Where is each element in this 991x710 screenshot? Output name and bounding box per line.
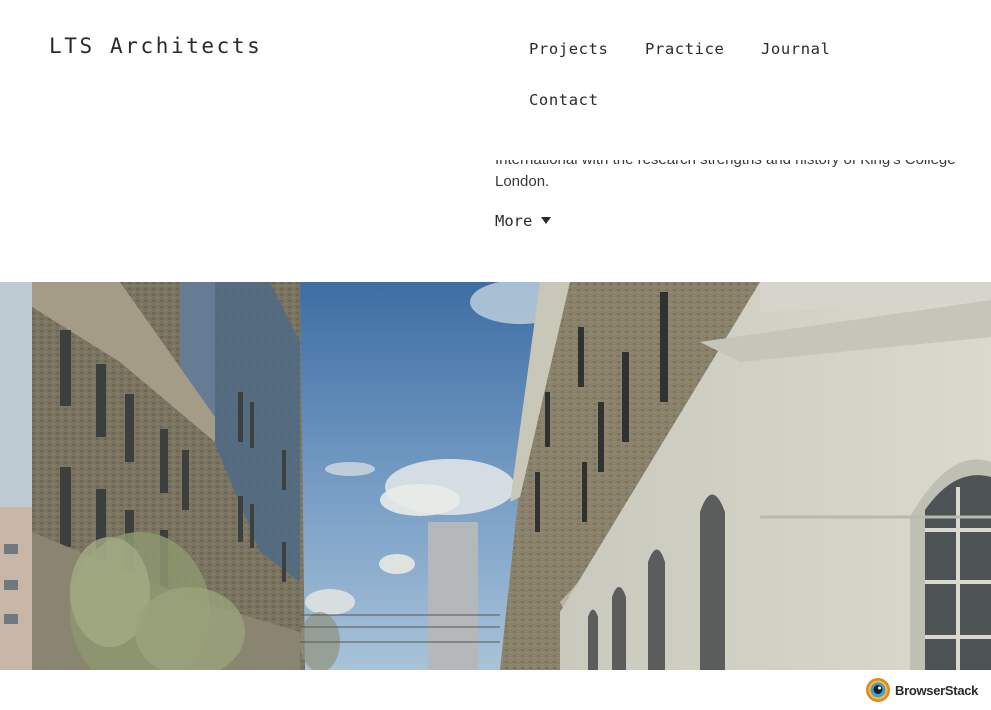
hero-rendering xyxy=(0,282,991,670)
nav-practice[interactable]: Practice xyxy=(645,40,724,58)
more-label: More xyxy=(495,212,533,230)
nav-projects[interactable]: Projects xyxy=(529,40,608,58)
site-logo[interactable]: LTS Architects xyxy=(49,34,262,58)
browserstack-logo-icon xyxy=(866,678,890,702)
browserstack-badge[interactable]: BrowserStack xyxy=(865,677,978,703)
intro-clip xyxy=(495,131,965,160)
nav-journal[interactable]: Journal xyxy=(761,40,831,58)
nav-contact[interactable]: Contact xyxy=(529,91,599,109)
caret-down-icon xyxy=(541,217,552,224)
more-toggle[interactable]: More xyxy=(495,212,552,230)
browserstack-label: BrowserStack xyxy=(895,682,979,698)
hero-image xyxy=(0,282,991,670)
